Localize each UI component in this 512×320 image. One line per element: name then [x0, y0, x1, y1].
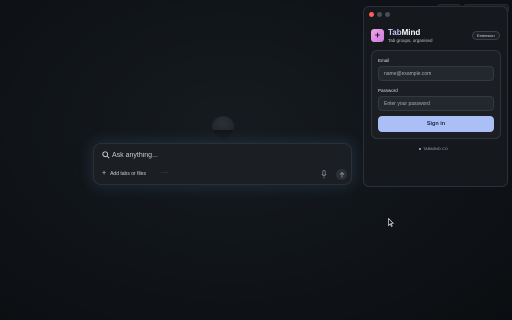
arrow-up-icon	[339, 171, 344, 177]
login-form: Email Password Sign in	[371, 50, 501, 139]
add-tabs-or-files-button[interactable]: + Add tabs or files	[102, 170, 146, 177]
brand-title: TabMind	[388, 28, 420, 37]
more-options-icon[interactable]: ···	[161, 170, 169, 176]
minimize-window-button[interactable]	[377, 12, 382, 17]
password-label: Password	[378, 88, 398, 93]
ask-input[interactable]	[112, 149, 312, 161]
close-window-button[interactable]	[369, 12, 374, 17]
tabmind-logo-icon: +	[371, 29, 384, 42]
add-tabs-label: Add tabs or files	[110, 171, 146, 177]
brand-title-part1: Tab	[388, 28, 402, 37]
pointer-cursor-icon	[388, 218, 394, 227]
extension-badge: Extension	[472, 31, 500, 40]
status-dot-icon	[419, 147, 421, 150]
sign-in-button[interactable]: Sign in	[378, 116, 494, 132]
email-field[interactable]	[378, 66, 494, 81]
footer-domain-link[interactable]: TABMIND.CO	[419, 146, 448, 151]
extension-popup-window: + TabMind Tab groups, organised Extensio…	[363, 6, 508, 187]
footer-domain-text: TABMIND.CO	[423, 146, 448, 151]
brand-tagline: Tab groups, organised	[388, 38, 433, 43]
password-field[interactable]	[378, 96, 494, 111]
email-label: Email	[378, 58, 390, 63]
search-icon	[102, 151, 110, 159]
ask-prompt-box: + Add tabs or files ···	[93, 143, 352, 185]
brand-title-part2: Mind	[401, 28, 421, 37]
assistant-orb-logo	[212, 116, 234, 138]
microphone-icon[interactable]	[321, 170, 327, 179]
maximize-window-button[interactable]	[385, 12, 390, 17]
plus-icon: +	[102, 170, 107, 177]
send-button[interactable]	[336, 169, 347, 180]
